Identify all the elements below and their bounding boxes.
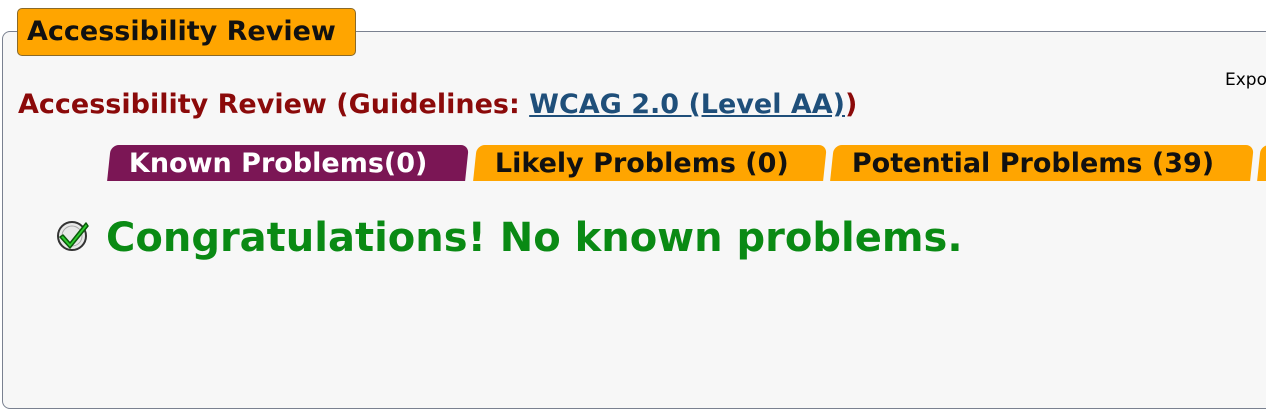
tab-potential-label: Potential Problems (39) [851, 148, 1215, 179]
tab-known-label: Known Problems(0) [128, 148, 428, 179]
wcag-link[interactable]: WCAG 2.0 (Level AA) [529, 89, 845, 120]
check-icon [57, 221, 89, 251]
tab-known-problems[interactable]: Known Problems(0) [107, 145, 469, 181]
panel-legend: Accessibility Review [17, 8, 356, 56]
guidelines-heading: Accessibility Review (Guidelines: WCAG 2… [18, 87, 857, 123]
tab-likely-problems[interactable]: Likely Problems (0) [473, 145, 827, 181]
success-text: Congratulations! No known problems. [106, 215, 963, 261]
tab-potential-problems[interactable]: Potential Problems (39) [830, 145, 1254, 181]
tab-likely-label: Likely Problems (0) [494, 148, 789, 179]
guidelines-suffix: ) [845, 89, 858, 120]
problem-tabs: Known Problems(0) Likely Problems (0) Po… [105, 145, 1266, 181]
guidelines-prefix: Accessibility Review (Guidelines: [18, 89, 530, 120]
tab-more[interactable] [1257, 145, 1266, 181]
export-link[interactable]: Expo [1225, 70, 1266, 90]
